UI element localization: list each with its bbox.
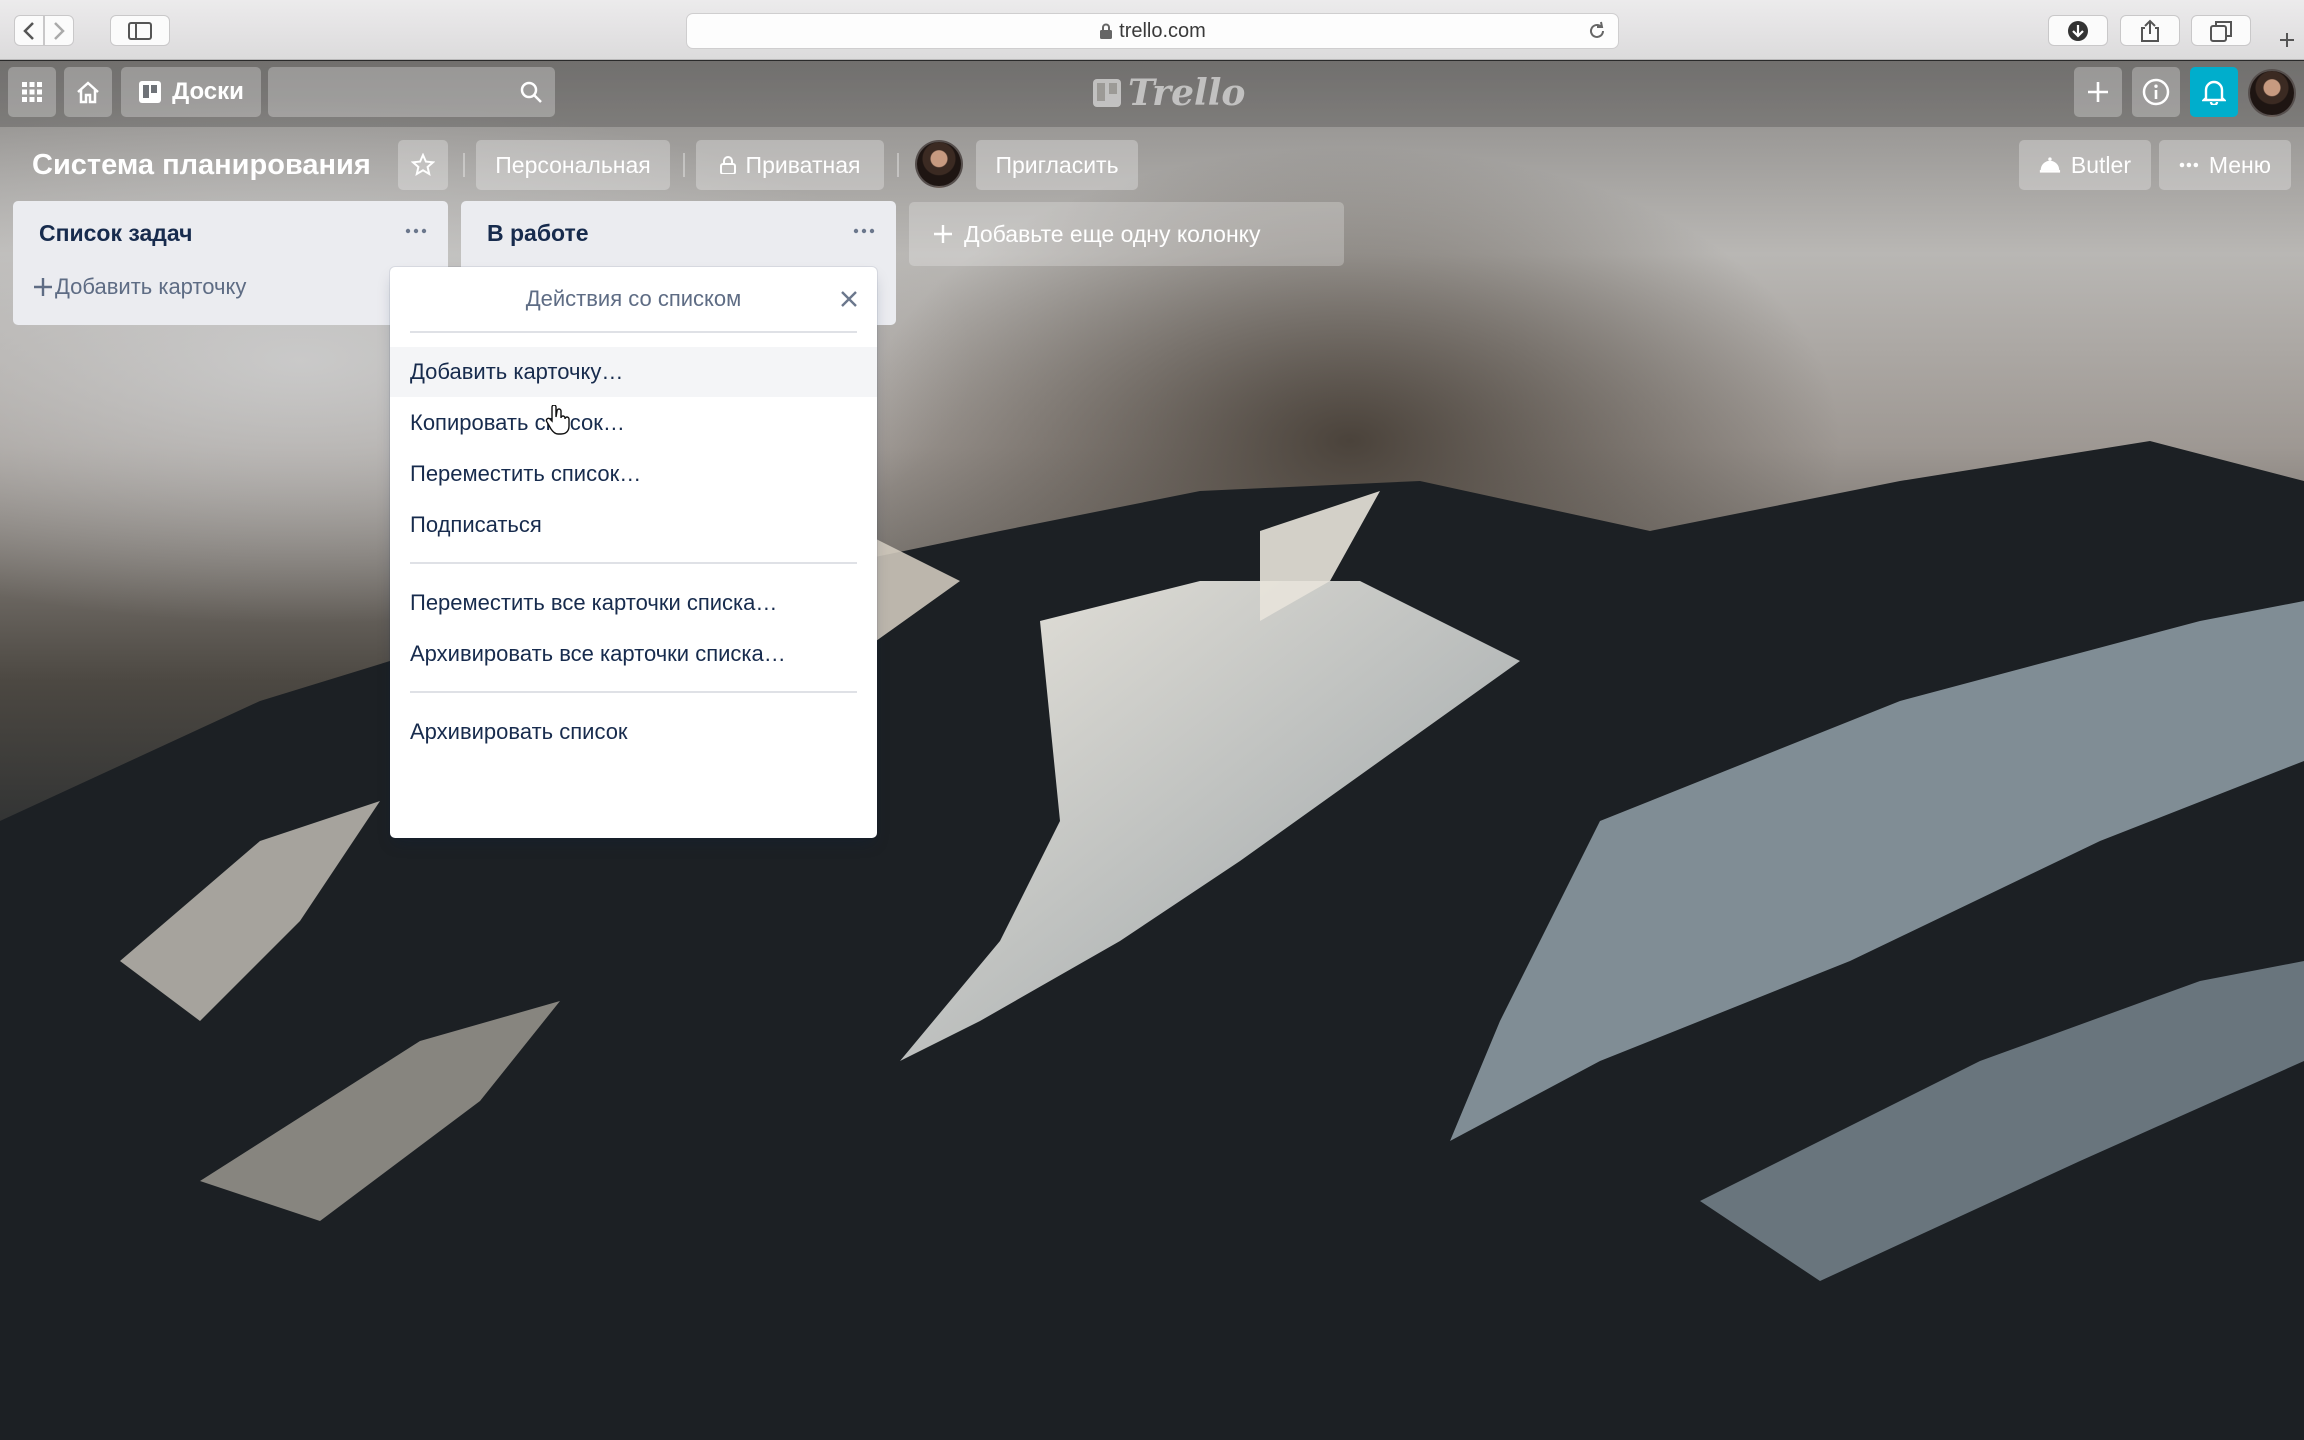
reload-icon[interactable] bbox=[1586, 20, 1608, 42]
info-button[interactable] bbox=[2132, 67, 2180, 117]
trello-logo[interactable]: Trello bbox=[1092, 72, 1246, 114]
popover-divider bbox=[410, 331, 857, 333]
list-actions-popover: Действия со списком Добавить карточку… К… bbox=[390, 267, 877, 838]
menu-label: Меню bbox=[2208, 151, 2271, 178]
menu-item-move-all-cards[interactable]: Переместить все карточки списка… bbox=[390, 578, 877, 628]
tabs-icon bbox=[2210, 20, 2232, 42]
home-button[interactable] bbox=[64, 67, 112, 117]
sidebar-toggle-button[interactable] bbox=[110, 15, 170, 46]
member-avatar[interactable] bbox=[915, 140, 963, 188]
more-horizontal-icon bbox=[2179, 162, 2199, 168]
popover-divider bbox=[410, 562, 857, 564]
butler-button[interactable]: Butler bbox=[2019, 140, 2151, 190]
more-horizontal-icon bbox=[853, 228, 875, 234]
back-button[interactable] bbox=[14, 15, 44, 46]
search-field[interactable] bbox=[268, 67, 555, 117]
lock-icon bbox=[719, 156, 736, 174]
share-icon bbox=[2141, 19, 2159, 42]
notifications-button[interactable] bbox=[2190, 67, 2238, 117]
board-title[interactable]: Система планирования bbox=[32, 143, 371, 187]
browser-toolbar: trello.com bbox=[0, 0, 2304, 60]
add-card-button[interactable]: Добавить карточку bbox=[27, 265, 246, 309]
close-icon[interactable] bbox=[839, 289, 859, 309]
header-divider bbox=[683, 153, 685, 177]
grid-icon bbox=[22, 82, 42, 102]
invite-label: Пригласить bbox=[995, 151, 1119, 178]
download-icon bbox=[2068, 20, 2088, 41]
add-list-label: Добавьте еще одну колонку bbox=[964, 221, 1261, 247]
chevron-left-icon bbox=[23, 21, 34, 40]
popover-title: Действия со списком bbox=[525, 286, 742, 311]
logo-text: Trello bbox=[1128, 72, 1246, 114]
menu-button[interactable]: Меню bbox=[2159, 140, 2291, 190]
apps-button[interactable] bbox=[8, 67, 56, 117]
create-button[interactable] bbox=[2074, 67, 2122, 117]
plus-icon bbox=[34, 278, 52, 296]
menu-item-copy-list[interactable]: Копировать список… bbox=[390, 398, 877, 448]
header-divider bbox=[897, 153, 899, 177]
visibility-label: Приватная bbox=[745, 151, 861, 178]
plus-icon bbox=[2088, 82, 2108, 102]
share-button[interactable] bbox=[2120, 15, 2180, 46]
butler-bell-icon bbox=[2039, 157, 2061, 173]
user-avatar[interactable] bbox=[2248, 69, 2296, 117]
lock-icon bbox=[1100, 23, 1113, 39]
header-divider bbox=[463, 153, 465, 177]
boards-button[interactable]: Доски bbox=[121, 67, 261, 117]
chevron-right-icon bbox=[54, 21, 65, 40]
trello-logo-icon bbox=[1093, 79, 1121, 107]
bell-icon bbox=[2202, 80, 2226, 105]
invite-button[interactable]: Пригласить bbox=[976, 140, 1138, 190]
search-icon bbox=[520, 81, 542, 103]
plus-icon bbox=[934, 225, 952, 243]
info-icon bbox=[2142, 78, 2170, 106]
add-card-label: Добавить карточку bbox=[55, 274, 247, 299]
boards-label: Доски bbox=[172, 78, 244, 105]
popover-divider bbox=[410, 691, 857, 693]
search-input[interactable] bbox=[268, 67, 555, 117]
downloads-button[interactable] bbox=[2048, 15, 2108, 46]
star-icon bbox=[411, 153, 435, 177]
menu-item-add-card[interactable]: Добавить карточку… bbox=[390, 347, 877, 397]
list-column: Список задач Добавить карточку bbox=[13, 201, 448, 325]
plus-icon bbox=[2280, 33, 2294, 47]
menu-item-move-list[interactable]: Переместить список… bbox=[390, 449, 877, 499]
tabs-overview-button[interactable] bbox=[2191, 15, 2251, 46]
address-bar[interactable]: trello.com bbox=[686, 13, 1619, 49]
hand-cursor-icon bbox=[545, 405, 570, 435]
forward-button[interactable] bbox=[44, 15, 74, 46]
app-header: Доски Trello bbox=[0, 61, 2304, 127]
more-horizontal-icon bbox=[405, 228, 427, 234]
menu-item-subscribe[interactable]: Подписаться bbox=[390, 500, 877, 550]
board: Доски Trello Система планирования Персон… bbox=[0, 61, 2304, 1440]
team-label: Персональная bbox=[495, 151, 651, 178]
home-icon bbox=[77, 81, 99, 104]
visibility-button[interactable]: Приватная bbox=[696, 140, 884, 190]
new-tab-button[interactable] bbox=[2270, 20, 2304, 60]
menu-item-archive-all-cards[interactable]: Архивировать все карточки списка… bbox=[390, 629, 877, 679]
list-title[interactable]: В работе bbox=[487, 220, 589, 247]
url-text: trello.com bbox=[1119, 19, 1206, 42]
sidebar-icon bbox=[128, 21, 152, 40]
list-title[interactable]: Список задач bbox=[39, 220, 192, 247]
menu-item-archive-list[interactable]: Архивировать список bbox=[390, 707, 877, 757]
star-button[interactable] bbox=[398, 140, 448, 190]
add-list-button[interactable]: Добавьте еще одну колонку bbox=[909, 202, 1344, 266]
list-menu-button[interactable] bbox=[846, 215, 882, 247]
list-menu-button[interactable] bbox=[398, 215, 434, 247]
butler-label: Butler bbox=[2070, 151, 2131, 178]
team-button[interactable]: Персональная bbox=[476, 140, 670, 190]
board-icon bbox=[139, 81, 162, 103]
